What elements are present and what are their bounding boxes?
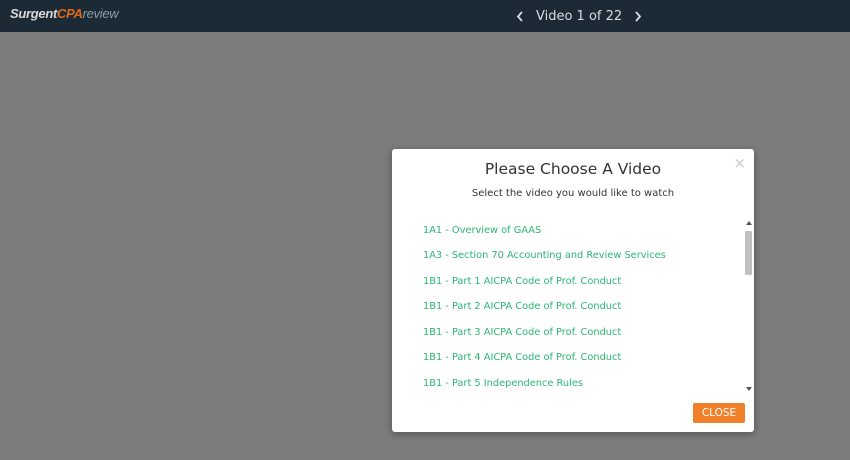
video-navigation: Video 1 of 22 [510, 0, 648, 32]
video-list-item[interactable]: 1B1 - Part 5 Independence Rules [423, 378, 583, 389]
close-button[interactable]: CLOSE [693, 403, 745, 423]
logo-part-surgent: Surgent [10, 6, 58, 21]
scroll-up-arrow-icon[interactable] [746, 221, 752, 225]
video-list-item[interactable]: 1B1 - Part 2 AICPA Code of Prof. Conduct [423, 301, 621, 312]
logo-part-cpa: CPA [57, 6, 83, 21]
scrollbar-thumb[interactable] [745, 231, 752, 275]
modal-title: Please Choose A Video [484, 160, 662, 178]
video-counter: Video 1 of 22 [536, 8, 623, 24]
logo-part-review: review [82, 6, 119, 21]
video-list-item[interactable]: 1B1 - Part 3 AICPA Code of Prof. Conduct [423, 327, 621, 338]
video-list[interactable]: 1A1 - Overview of GAAS 1A3 - Section 70 … [392, 217, 754, 395]
choose-video-modal: × Please Choose A Video Select the video… [392, 149, 754, 432]
video-list-item[interactable]: 1B1 - Part 4 AICPA Code of Prof. Conduct [423, 352, 621, 363]
top-bar: SurgentCPAreview Video 1 of 22 [0, 0, 850, 32]
chevron-right-icon[interactable] [628, 10, 648, 22]
chevron-left-icon[interactable] [510, 10, 530, 22]
video-list-scrollbar[interactable] [744, 219, 753, 393]
scroll-down-arrow-icon[interactable] [746, 387, 752, 391]
video-list-item[interactable]: 1A1 - Overview of GAAS [423, 225, 541, 236]
surgent-logo[interactable]: SurgentCPAreview [10, 6, 119, 21]
modal-subtitle: Select the video you would like to watch [471, 188, 675, 199]
video-list-item[interactable]: 1B1 - Part 1 AICPA Code of Prof. Conduct [423, 276, 621, 287]
video-list-item[interactable]: 1A3 - Section 70 Accounting and Review S… [423, 250, 666, 261]
